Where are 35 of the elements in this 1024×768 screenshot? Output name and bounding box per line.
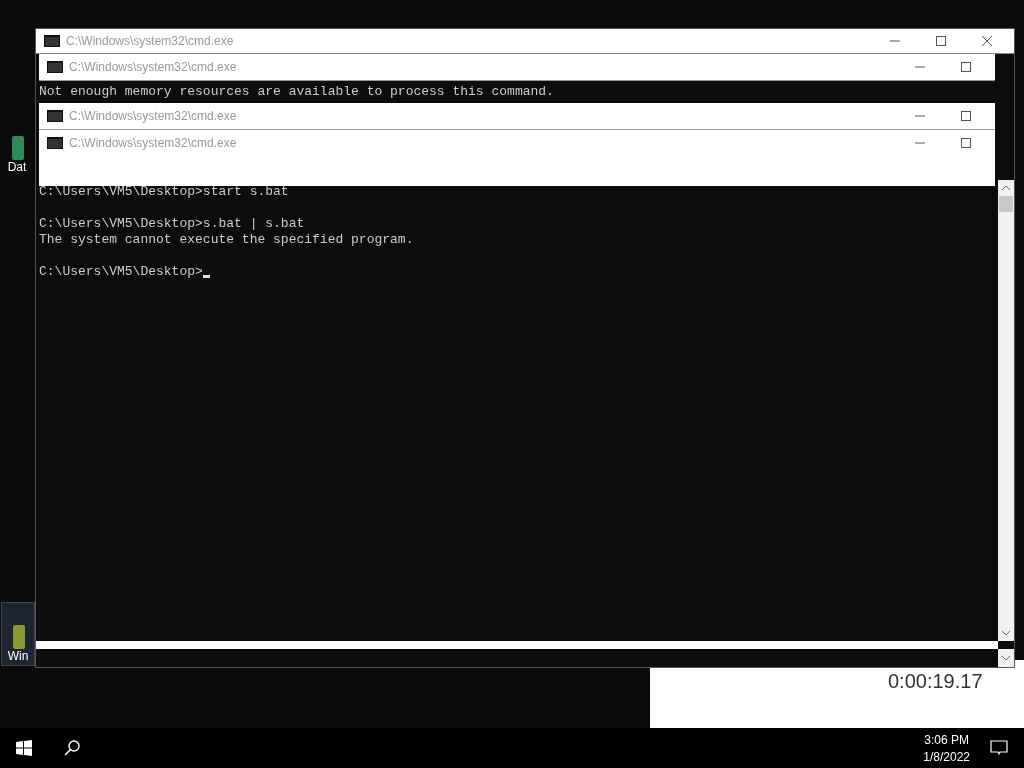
elapsed-time: 0:00:19.17 bbox=[888, 670, 983, 693]
shortcut-icon[interactable] bbox=[10, 136, 24, 160]
scrollbar[interactable] bbox=[998, 180, 1014, 641]
maximize-icon[interactable] bbox=[961, 62, 971, 72]
close-icon[interactable] bbox=[982, 36, 992, 46]
maximize-icon[interactable] bbox=[961, 138, 971, 148]
clock[interactable]: 3:06 PM 1/8/2022 bbox=[923, 732, 970, 764]
desktop-icon-label: Dat bbox=[7, 160, 27, 174]
console-line: C:\Users\VM5\Desktop>s.bat | s.bat bbox=[39, 216, 305, 232]
desktop-icon-label: Win bbox=[7, 649, 29, 663]
maximize-icon[interactable] bbox=[936, 36, 946, 46]
notification-icon[interactable] bbox=[990, 740, 1008, 756]
console-icon bbox=[47, 110, 63, 122]
window-title: C:\Windows\system32\cmd.exe bbox=[69, 109, 237, 123]
window-title: C:\Windows\system32\cmd.exe bbox=[66, 34, 234, 48]
text-cursor bbox=[202, 275, 210, 278]
start-icon[interactable] bbox=[16, 740, 32, 756]
scroll-thumb[interactable] bbox=[999, 196, 1013, 212]
console-line: The system cannot execute the specified program. bbox=[39, 232, 414, 248]
window-title: C:\Windows\system32\cmd.exe bbox=[69, 136, 237, 150]
clock-time: 3:06 PM bbox=[924, 732, 969, 747]
console-icon bbox=[47, 137, 63, 149]
console-line: C:\Users\VM5\Desktop>start s.bat bbox=[39, 184, 289, 200]
console-line: Not enough memory resources are available to process this command. bbox=[39, 84, 554, 99]
window-title: C:\Windows\system32\cmd.exe bbox=[69, 60, 237, 74]
console-line: C:\Users\VM5\Desktop> bbox=[39, 264, 203, 280]
clock-date: 1/8/2022 bbox=[923, 749, 970, 764]
scroll-up-icon[interactable] bbox=[1001, 185, 1011, 191]
maximize-icon[interactable] bbox=[961, 111, 971, 121]
search-icon[interactable] bbox=[64, 740, 80, 756]
scroll-down-icon[interactable] bbox=[998, 649, 1014, 667]
shortcut-icon[interactable] bbox=[11, 625, 25, 649]
console-icon bbox=[47, 61, 63, 73]
scroll-down-icon[interactable] bbox=[1001, 630, 1011, 636]
console-icon bbox=[44, 35, 60, 47]
